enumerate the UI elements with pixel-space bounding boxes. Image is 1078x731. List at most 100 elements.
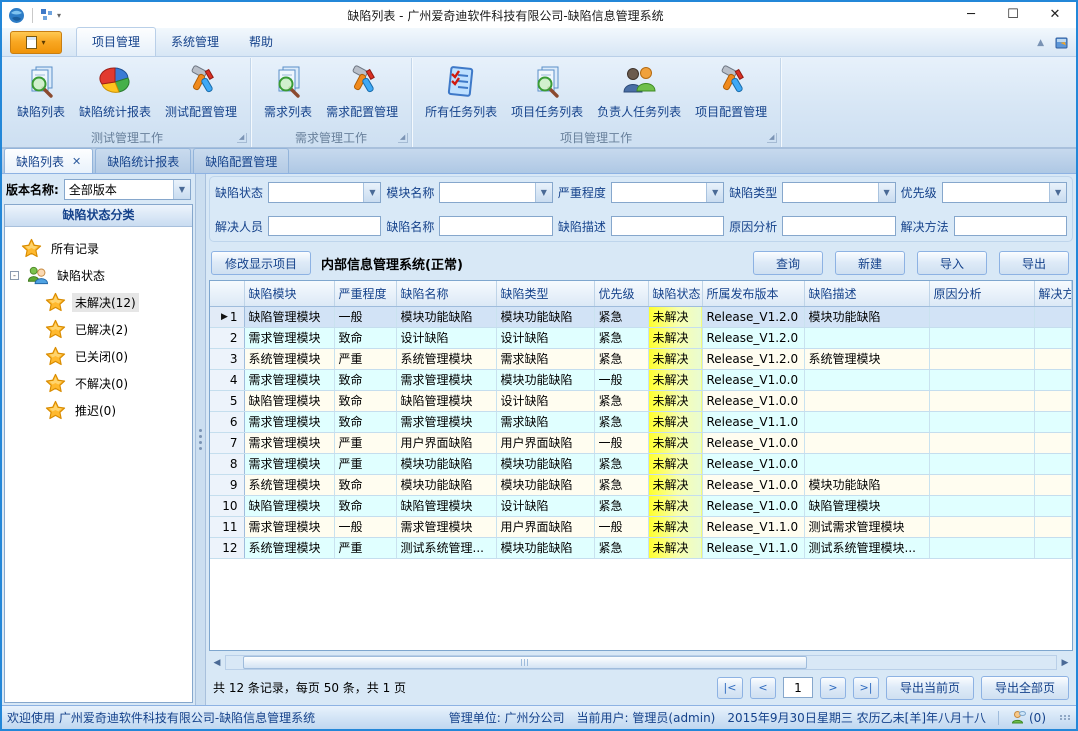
column-header-缺陷描述[interactable]: 缺陷描述 [804, 281, 929, 306]
dialog-launcher-icon[interactable]: ◢ [767, 133, 777, 143]
toolbar-button-查询[interactable]: 查询 [753, 251, 823, 275]
ribbon-collapse-icon[interactable]: ▲ [1037, 38, 1044, 48]
column-header-严重程度[interactable]: 严重程度 [334, 281, 396, 306]
row-header[interactable]: 9 [210, 474, 244, 495]
table-row[interactable]: 2需求管理模块致命设计缺陷设计缺陷紧急未解决Release_V1.2.0 [210, 327, 1072, 348]
chevron-down-icon[interactable]: ▼ [535, 183, 552, 202]
filter-combobox-严重程度[interactable]: ▼ [611, 182, 724, 203]
filter-combobox-缺陷状态[interactable]: ▼ [268, 182, 381, 203]
scroll-right-icon[interactable]: ▶ [1057, 655, 1073, 670]
filter-combobox-模块名称[interactable]: ▼ [439, 182, 552, 203]
export-current-page-button[interactable]: 导出当前页 [886, 676, 974, 700]
row-header[interactable]: 4 [210, 369, 244, 390]
prev-page-button[interactable]: < [750, 677, 776, 699]
message-indicator[interactable]: (0) [1011, 710, 1046, 725]
table-row[interactable]: 5缺陷管理模块致命缺陷管理模块设计缺陷紧急未解决Release_V1.0.0 [210, 390, 1072, 411]
dialog-launcher-icon[interactable]: ◢ [398, 133, 408, 143]
ribbon-button-需求配置管理[interactable]: 需求配置管理 [319, 61, 405, 123]
doc-tab-缺陷列表[interactable]: 缺陷列表✕ [4, 148, 93, 173]
ribbon-button-测试配置管理[interactable]: 测试配置管理 [158, 61, 244, 123]
filter-input-缺陷描述[interactable] [611, 216, 724, 236]
tree-item-缺陷状态[interactable]: - 缺陷状态 [10, 262, 190, 289]
toolbar-button-新建[interactable]: 新建 [835, 251, 905, 275]
ribbon-tab-项目管理[interactable]: 项目管理 [76, 27, 156, 56]
tree-expander-icon[interactable]: - [10, 271, 19, 280]
quick-access-toolbar-button[interactable]: ▾ [40, 8, 61, 22]
tree-item-未解决(12)[interactable]: 未解决(12) [45, 289, 190, 316]
chevron-down-icon[interactable]: ▼ [878, 183, 895, 202]
ribbon-button-需求列表[interactable]: 需求列表 [257, 61, 319, 123]
page-number-input[interactable] [783, 677, 813, 698]
doc-tab-缺陷配置管理[interactable]: 缺陷配置管理 [193, 148, 289, 173]
tree-item-不解决(0)[interactable]: 不解决(0) [45, 370, 190, 397]
scroll-left-icon[interactable]: ◀ [209, 655, 225, 670]
column-header-解决方法[interactable]: 解决方法 [1034, 281, 1072, 306]
filter-input-解决人员[interactable] [268, 216, 381, 236]
table-row[interactable]: ▶1缺陷管理模块一般模块功能缺陷模块功能缺陷紧急未解决Release_V1.2.… [210, 306, 1072, 327]
column-header-所属发布版本[interactable]: 所属发布版本 [702, 281, 804, 306]
chevron-down-icon[interactable]: ▼ [706, 183, 723, 202]
toolbar-button-导出[interactable]: 导出 [999, 251, 1069, 275]
ribbon-button-项目任务列表[interactable]: 项目任务列表 [504, 61, 590, 123]
export-all-pages-button[interactable]: 导出全部页 [981, 676, 1069, 700]
minimize-button[interactable]: ─ [950, 2, 992, 28]
row-header[interactable]: 10 [210, 495, 244, 516]
ribbon-button-缺陷列表[interactable]: 缺陷列表 [10, 61, 72, 123]
application-menu-button[interactable]: ▾ [10, 31, 62, 54]
resize-grip[interactable] [1060, 715, 1071, 720]
table-row[interactable]: 4需求管理模块致命需求管理模块模块功能缺陷一般未解决Release_V1.0.0 [210, 369, 1072, 390]
toolbar-button-导入[interactable]: 导入 [917, 251, 987, 275]
table-row[interactable]: 3系统管理模块严重系统管理模块需求缺陷紧急未解决Release_V1.2.0系统… [210, 348, 1072, 369]
table-row[interactable]: 8需求管理模块严重模块功能缺陷模块功能缺陷紧急未解决Release_V1.0.0 [210, 453, 1072, 474]
horizontal-scrollbar[interactable]: ◀ ▶ [209, 654, 1073, 671]
row-header[interactable]: ▶1 [210, 306, 244, 327]
column-header-缺陷名称[interactable]: 缺陷名称 [396, 281, 496, 306]
maximize-button[interactable]: ☐ [992, 2, 1034, 28]
scrollbar-track[interactable] [225, 655, 1057, 670]
filter-combobox-缺陷类型[interactable]: ▼ [782, 182, 895, 203]
chevron-down-icon[interactable]: ▼ [1049, 183, 1066, 202]
tree-item-推迟(0)[interactable]: 推迟(0) [45, 397, 190, 424]
row-header[interactable]: 7 [210, 432, 244, 453]
tree-item-已关闭(0)[interactable]: 已关闭(0) [45, 343, 190, 370]
tree-item-所有记录[interactable]: 所有记录 [21, 235, 190, 262]
style-switch-icon[interactable] [1054, 35, 1070, 51]
scrollbar-thumb[interactable] [243, 656, 807, 669]
table-row[interactable]: 6需求管理模块致命需求管理模块需求缺陷紧急未解决Release_V1.1.0 [210, 411, 1072, 432]
row-header[interactable]: 2 [210, 327, 244, 348]
tree-item-已解决(2)[interactable]: 已解决(2) [45, 316, 190, 343]
column-header-缺陷类型[interactable]: 缺陷类型 [496, 281, 594, 306]
row-header[interactable]: 5 [210, 390, 244, 411]
row-header[interactable]: 8 [210, 453, 244, 474]
row-header[interactable]: 3 [210, 348, 244, 369]
close-button[interactable]: ✕ [1034, 2, 1076, 28]
chevron-down-icon[interactable]: ▼ [363, 183, 380, 202]
close-tab-icon[interactable]: ✕ [72, 155, 81, 168]
first-page-button[interactable]: |< [717, 677, 743, 699]
filter-combobox-优先级[interactable]: ▼ [942, 182, 1067, 203]
ribbon-button-负责人任务列表[interactable]: 负责人任务列表 [590, 61, 688, 123]
filter-input-解决方法[interactable] [954, 216, 1067, 236]
ribbon-button-所有任务列表[interactable]: 所有任务列表 [418, 61, 504, 123]
table-row[interactable]: 11需求管理模块一般需求管理模块用户界面缺陷一般未解决Release_V1.1.… [210, 516, 1072, 537]
column-header-缺陷状态[interactable]: 缺陷状态 [648, 281, 702, 306]
doc-tab-缺陷统计报表[interactable]: 缺陷统计报表 [95, 148, 191, 173]
filter-input-缺陷名称[interactable] [439, 216, 552, 236]
last-page-button[interactable]: >| [853, 677, 879, 699]
ribbon-tab-系统管理[interactable]: 系统管理 [156, 28, 234, 56]
ribbon-tab-帮助[interactable]: 帮助 [234, 28, 288, 56]
column-header-优先级[interactable]: 优先级 [594, 281, 648, 306]
table-row[interactable]: 12系统管理模块严重测试系统管理...模块功能缺陷紧急未解决Release_V1… [210, 537, 1072, 558]
table-row[interactable]: 10缺陷管理模块致命缺陷管理模块设计缺陷紧急未解决Release_V1.0.0缺… [210, 495, 1072, 516]
column-header-缺陷模块[interactable]: 缺陷模块 [244, 281, 334, 306]
ribbon-button-缺陷统计报表[interactable]: 缺陷统计报表 [72, 61, 158, 123]
chevron-down-icon[interactable]: ▼ [173, 180, 190, 199]
column-header-原因分析[interactable]: 原因分析 [929, 281, 1034, 306]
row-header[interactable]: 11 [210, 516, 244, 537]
row-header[interactable]: 6 [210, 411, 244, 432]
next-page-button[interactable]: > [820, 677, 846, 699]
modify-display-items-button[interactable]: 修改显示项目 [211, 251, 311, 275]
ribbon-button-项目配置管理[interactable]: 项目配置管理 [688, 61, 774, 123]
dialog-launcher-icon[interactable]: ◢ [237, 133, 247, 143]
sidebar-splitter[interactable] [195, 174, 206, 705]
